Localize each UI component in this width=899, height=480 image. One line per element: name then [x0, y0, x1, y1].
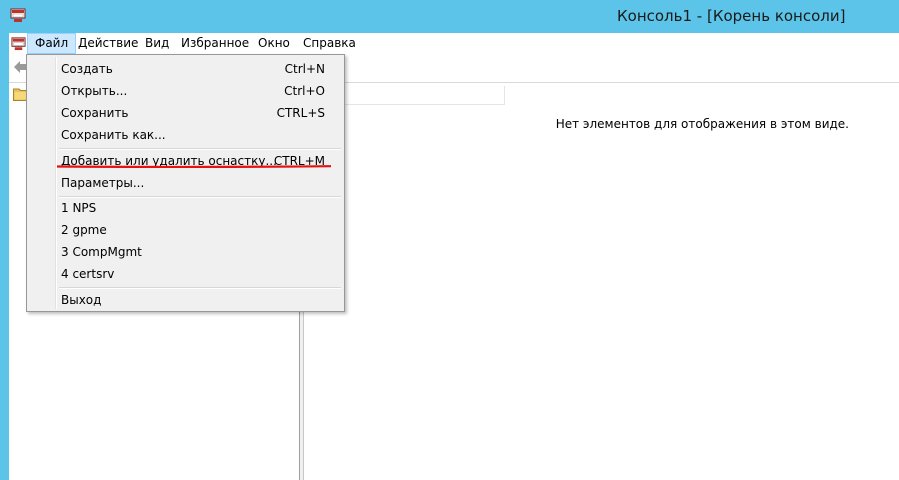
- menu-item-label: Сохранить как...: [61, 128, 166, 142]
- menu-item-open[interactable]: Открыть... Ctrl+O: [29, 80, 342, 102]
- menu-item-add-remove-snapin[interactable]: Добавить или удалить оснастку... CTRL+M: [29, 150, 342, 172]
- menu-item-label: 2 gpme: [61, 223, 107, 237]
- menu-item-options[interactable]: Параметры...: [29, 172, 342, 194]
- menu-item-label: 4 certsrv: [61, 267, 115, 281]
- list-pane[interactable]: Нет элементов для отображения в этом вид…: [304, 83, 899, 480]
- menu-item-recent-3[interactable]: 3 CompMgmt: [29, 241, 342, 263]
- menu-item-shortcut: CTRL+M: [273, 154, 325, 168]
- menu-item-label: Выход: [61, 293, 102, 307]
- menu-item-exit[interactable]: Выход: [29, 289, 342, 311]
- menu-item-label: 3 CompMgmt: [61, 245, 142, 259]
- mmc-console-icon: [10, 8, 26, 22]
- menu-item-label: Создать: [61, 62, 113, 76]
- menu-favorites[interactable]: Избранное: [174, 33, 256, 54]
- menu-window[interactable]: Окно: [251, 33, 297, 54]
- menu-item-save-as[interactable]: Сохранить как...: [29, 124, 342, 146]
- empty-list-message: Нет элементов для отображения в этом вид…: [555, 117, 849, 131]
- menu-item-label: Сохранить: [61, 106, 129, 120]
- menu-item-label: Открыть...: [61, 84, 128, 98]
- menu-item-label: 1 NPS: [61, 201, 97, 215]
- menu-item-shortcut: Ctrl+N: [284, 62, 325, 76]
- menu-file[interactable]: Файл: [27, 33, 77, 54]
- window-border-left: [0, 33, 9, 480]
- menu-bar: Файл Действие Вид Избранное Окно Справка: [9, 33, 899, 54]
- red-underline-annotation: [57, 165, 331, 168]
- menu-item-recent-4[interactable]: 4 certsrv: [29, 263, 342, 285]
- menu-action[interactable]: Действие: [71, 33, 145, 54]
- window-title: Консоль1 - [Корень консоли]: [617, 7, 846, 25]
- menu-item-shortcut: Ctrl+O: [284, 84, 325, 98]
- menu-item-recent-1[interactable]: 1 NPS: [29, 197, 342, 219]
- menu-help[interactable]: Справка: [296, 33, 363, 54]
- menu-item-save[interactable]: Сохранить CTRL+S: [29, 102, 342, 124]
- menu-item-label: Добавить или удалить оснастку...: [61, 154, 277, 168]
- menu-item-shortcut: CTRL+S: [276, 106, 325, 120]
- menu-item-label: Параметры...: [61, 176, 145, 190]
- file-menu-dropdown: Создать Ctrl+N Открыть... Ctrl+O Сохрани…: [26, 54, 345, 312]
- menu-view[interactable]: Вид: [138, 33, 176, 54]
- mmc-window: Консоль1 - [Корень консоли] Файл Действи…: [0, 0, 899, 480]
- mmc-child-icon[interactable]: [11, 36, 26, 51]
- menu-item-new[interactable]: Создать Ctrl+N: [29, 58, 342, 80]
- title-bar[interactable]: Консоль1 - [Корень консоли]: [0, 0, 899, 33]
- menu-item-recent-2[interactable]: 2 gpme: [29, 219, 342, 241]
